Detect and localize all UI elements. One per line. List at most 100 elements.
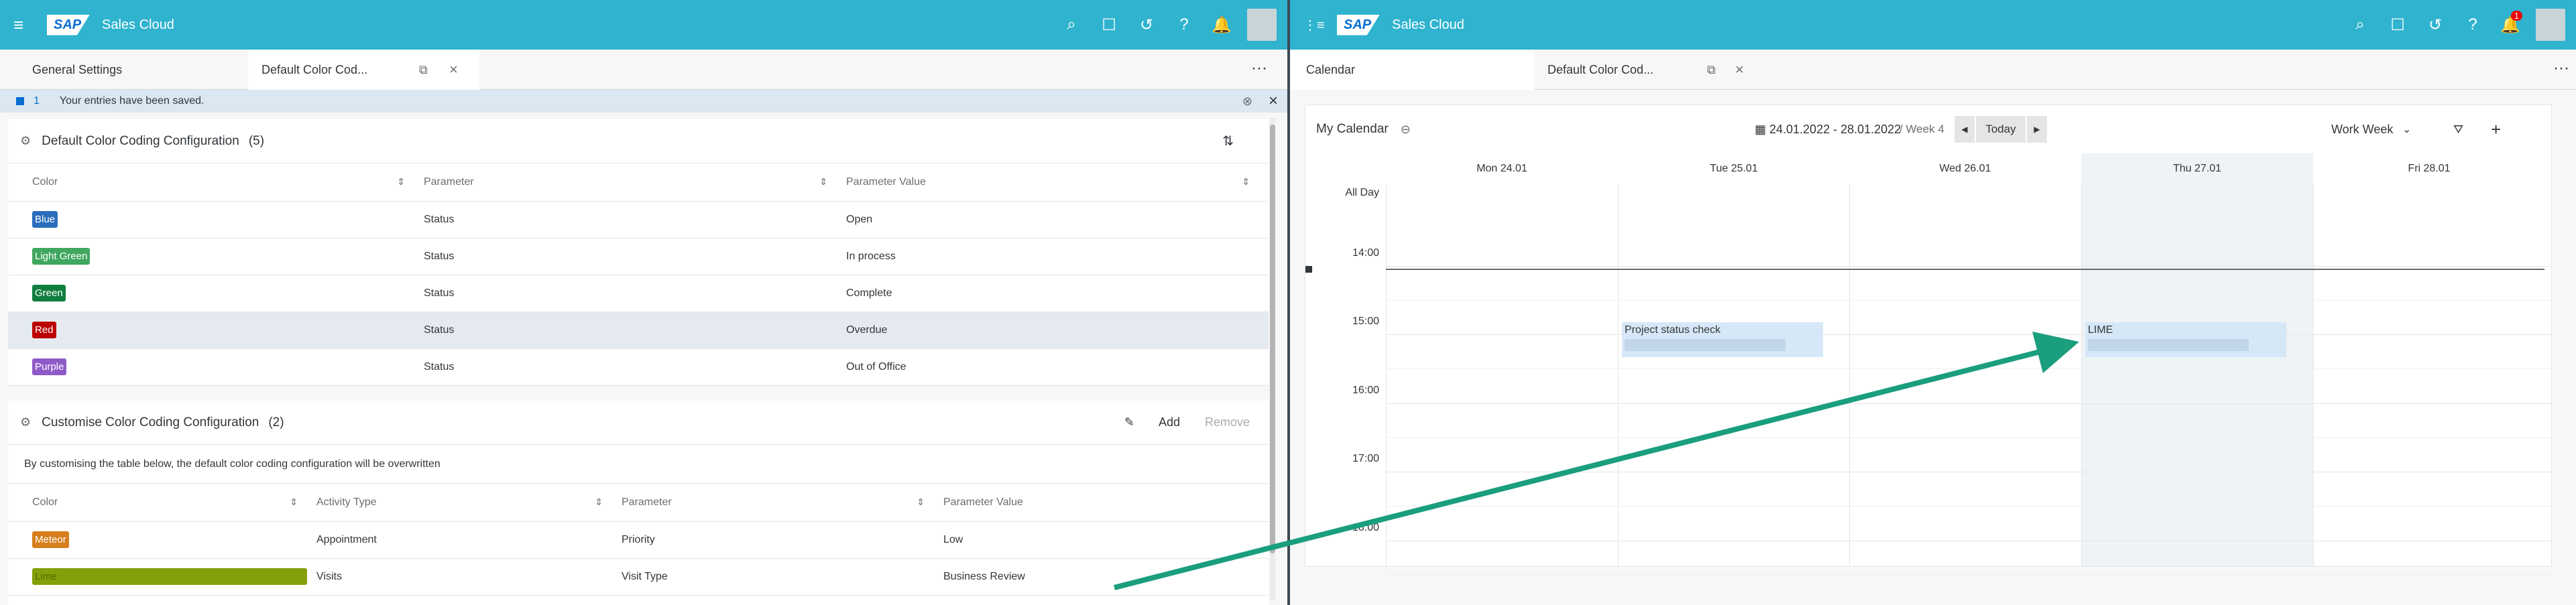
date-range[interactable]: 24.01.2022 - 28.01.2022 xyxy=(1769,123,1901,137)
column-header-parameter[interactable]: Parameter ⇕ xyxy=(622,484,943,522)
remove-button[interactable]: Remove xyxy=(1205,415,1250,429)
history-icon[interactable]: ↺ xyxy=(1128,0,1165,50)
view-select[interactable]: Work Week xyxy=(2331,123,2393,137)
chat-icon[interactable]: ☐ xyxy=(2379,0,2416,50)
parameter-cell: Status xyxy=(424,312,846,349)
edit-icon[interactable]: ✎ xyxy=(1124,415,1134,429)
table-row[interactable]: Lime Visits Visit Type Business Review xyxy=(8,558,1269,596)
panel-title: Default Color Coding Configuration xyxy=(42,133,239,148)
add-icon[interactable]: + xyxy=(2491,119,2501,140)
chat-icon[interactable]: ☐ xyxy=(1090,0,1128,50)
close-icon[interactable]: × xyxy=(449,61,458,78)
table-row[interactable]: Blue Status Open xyxy=(8,201,1269,239)
app-title: Sales Cloud xyxy=(102,17,174,32)
table-row[interactable]: Meteor Appointment Priority Low xyxy=(8,521,1269,559)
table-row[interactable]: Green Status Complete xyxy=(8,275,1269,312)
calendar-title: My Calendar xyxy=(1316,122,1389,136)
sort-icon[interactable]: ⇅ xyxy=(1222,133,1234,149)
day-header[interactable]: Wed 26.01 xyxy=(1849,153,2081,184)
close-icon[interactable]: × xyxy=(1735,61,1744,78)
settings-window: ≡ SAP Sales Cloud ⌕ ☐ ↺ ? 🔔 General Sett… xyxy=(0,0,1287,605)
day-header[interactable]: Thu 27.01 xyxy=(2081,153,2313,184)
appointment[interactable]: LIME xyxy=(2085,322,2286,357)
table-row[interactable]: Purple Status Out of Office xyxy=(8,348,1269,386)
hour-label: 18:00 xyxy=(1352,522,1379,533)
chevron-down-icon[interactable]: ⌄ xyxy=(2402,123,2411,136)
tab-label: General Settings xyxy=(32,62,123,76)
half-hour-line xyxy=(1386,368,2551,369)
tab-default-color-coding[interactable]: Default Color Cod... ⧉ × xyxy=(248,50,479,90)
table-row[interactable]: Red Status Overdue xyxy=(8,312,1269,349)
grid-line xyxy=(1618,184,1619,566)
value-cell: Low xyxy=(943,521,1269,559)
custom-config-table: Color ⇕ Activity Type ⇕ Parameter ⇕ Paramet… xyxy=(8,484,1269,596)
grid-line xyxy=(2313,184,2314,566)
sap-logo[interactable]: SAP xyxy=(1337,14,1380,36)
close-message-icon[interactable]: × xyxy=(1269,92,1278,111)
today-button[interactable]: Today xyxy=(1976,116,2026,143)
tab-calendar[interactable]: Calendar xyxy=(1290,50,1534,90)
collapse-icon[interactable]: ⊗ xyxy=(1242,94,1252,109)
week-number: / Week 4 xyxy=(1899,123,1944,135)
half-hour-line xyxy=(1386,575,2551,576)
menu-icon[interactable]: ⋮≡ xyxy=(1303,17,1330,33)
calendar-area: My Calendar ⊖ ▦ 24.01.2022 - 28.01.2022 … xyxy=(1290,105,2576,605)
bell-icon[interactable]: 🔔 1 xyxy=(2492,0,2529,50)
help-icon[interactable]: ? xyxy=(2454,0,2492,50)
grid-icon: ⚙ xyxy=(20,134,32,147)
column-header-color[interactable]: Color ⇕ xyxy=(8,484,316,522)
overflow-icon[interactable]: ··· xyxy=(1251,59,1267,78)
hour-line xyxy=(1386,334,2551,335)
avatar[interactable] xyxy=(1247,9,1277,41)
page-content: ⚙ Default Color Coding Configuration (5)… xyxy=(0,113,1287,605)
appointment[interactable]: Project status check xyxy=(1622,322,1823,357)
half-hour-line xyxy=(1386,300,2551,301)
open-in-new-window-icon[interactable]: ⧉ xyxy=(1707,63,1716,77)
default-config-panel: ⚙ Default Color Coding Configuration (5)… xyxy=(8,119,1269,386)
history-icon[interactable]: ↺ xyxy=(2416,0,2454,50)
menu-icon[interactable]: ≡ xyxy=(13,15,40,36)
calendar-grid[interactable]: All Day 14:00 15:00 16:00 17:00 18:00 Project … xyxy=(1305,184,2551,576)
calendar-icon[interactable]: ▦ xyxy=(1755,123,1766,137)
open-in-new-window-icon[interactable]: ⧉ xyxy=(419,63,428,77)
value-cell: In process xyxy=(846,238,1269,275)
current-time-marker xyxy=(1305,266,1312,273)
app-title: Sales Cloud xyxy=(1392,17,1464,32)
day-header[interactable]: Fri 28.01 xyxy=(2313,153,2545,184)
scrollbar-thumb[interactable] xyxy=(1270,125,1275,553)
search-icon[interactable]: ⌕ xyxy=(2341,0,2379,50)
panel-count: (5) xyxy=(248,133,265,148)
sap-logo[interactable]: SAP xyxy=(47,14,90,36)
day-header[interactable]: Tue 25.01 xyxy=(1618,153,1850,184)
appointment-title: Project status check xyxy=(1625,324,1721,336)
column-header-parameter[interactable]: Parameter ⇕ xyxy=(424,163,846,202)
column-header-activity-type[interactable]: Activity Type ⇕ xyxy=(316,484,622,522)
filter-icon[interactable]: ⛛ xyxy=(2453,123,2463,137)
day-header[interactable]: Mon 24.01 xyxy=(1386,153,1618,184)
column-header-color[interactable]: Color ⇕ xyxy=(8,163,424,202)
previous-icon[interactable]: ◀ xyxy=(1954,116,1975,143)
value-cell: Complete xyxy=(846,275,1269,312)
appointment-details xyxy=(2088,339,2249,351)
avatar[interactable] xyxy=(2536,9,2565,41)
scrollbar[interactable] xyxy=(1270,118,1275,600)
column-header-parameter-value[interactable]: Parameter Value ⇕ xyxy=(846,163,1269,202)
calendar-panel: My Calendar ⊖ ▦ 24.01.2022 - 28.01.2022 … xyxy=(1305,105,2552,576)
tab-default-color-coding[interactable]: Default Color Cod... ⧉ × xyxy=(1534,50,1762,90)
tab-bar: General Settings Default Color Cod... ⧉ … xyxy=(0,50,1287,90)
column-header-parameter-value[interactable]: Parameter Value xyxy=(943,484,1269,522)
half-hour-line xyxy=(1386,506,2551,507)
add-button[interactable]: Add xyxy=(1159,415,1180,429)
calendar-toolbar: My Calendar ⊖ ▦ 24.01.2022 - 28.01.2022 … xyxy=(1305,105,2551,153)
help-icon[interactable]: ? xyxy=(1165,0,1203,50)
overflow-icon[interactable]: ··· xyxy=(2553,59,2569,78)
value-cell: Open xyxy=(846,201,1269,239)
search-icon[interactable]: ⌕ xyxy=(1053,0,1090,50)
bell-icon[interactable]: 🔔 xyxy=(1203,0,1240,50)
table-row[interactable]: Light Green Status In process xyxy=(8,238,1269,275)
grid-line xyxy=(1386,184,1387,566)
collapse-icon[interactable]: ⊖ xyxy=(1401,123,1411,137)
tab-general-settings[interactable]: General Settings xyxy=(0,50,248,90)
next-icon[interactable]: ▶ xyxy=(2027,116,2047,143)
hour-label: 14:00 xyxy=(1352,247,1379,259)
